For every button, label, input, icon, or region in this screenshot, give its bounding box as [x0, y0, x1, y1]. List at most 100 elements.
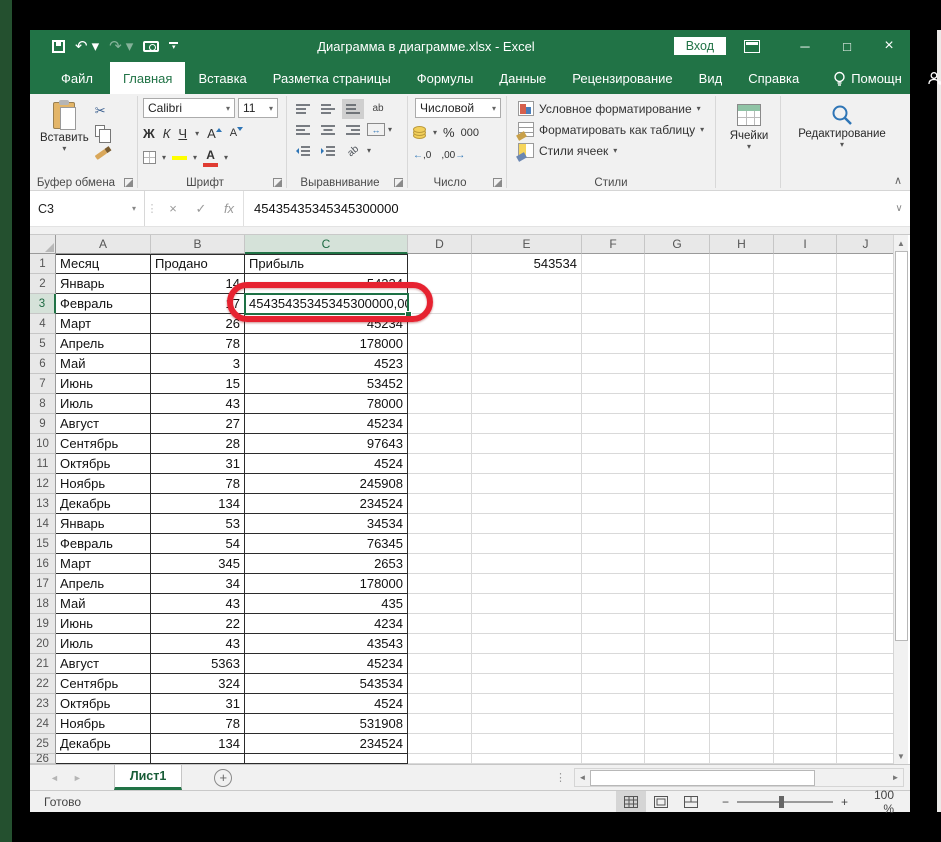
cell-A3[interactable]: Февраль	[56, 294, 151, 314]
cell-I10[interactable]	[774, 434, 837, 454]
cell-D2[interactable]	[408, 274, 472, 294]
undo-dropdown-icon[interactable]: ▾	[92, 39, 100, 54]
cell-J13[interactable]	[837, 494, 895, 514]
cell-D6[interactable]	[408, 354, 472, 374]
cell-B18[interactable]: 43	[151, 594, 245, 614]
row-header[interactable]: 22	[30, 674, 56, 694]
cell-I5[interactable]	[774, 334, 837, 354]
cell-F12[interactable]	[582, 474, 645, 494]
cell-B25[interactable]: 134	[151, 734, 245, 754]
cell-C26[interactable]	[245, 754, 408, 764]
cell-H22[interactable]	[710, 674, 774, 694]
row-header[interactable]: 2	[30, 274, 56, 294]
ribbon-tab[interactable]: Разметка страницы	[260, 62, 404, 94]
cell-F21[interactable]	[582, 654, 645, 674]
cell-H23[interactable]	[710, 694, 774, 714]
scroll-right-icon[interactable]: ►	[888, 773, 903, 782]
borders-button[interactable]	[143, 150, 156, 164]
increase-decimal-button[interactable]: ← ,0	[413, 150, 431, 161]
cell-A9[interactable]: Август	[56, 414, 151, 434]
cell-H6[interactable]	[710, 354, 774, 374]
cell-C3[interactable]: 45435435345345300000,00	[245, 294, 408, 314]
cell-G19[interactable]	[645, 614, 710, 634]
cell-E22[interactable]	[472, 674, 582, 694]
cut-button[interactable]: ✂	[95, 103, 111, 119]
cell-B21[interactable]: 5363	[151, 654, 245, 674]
cell-J2[interactable]	[837, 274, 895, 294]
cell-J16[interactable]	[837, 554, 895, 574]
cell-D20[interactable]	[408, 634, 472, 654]
cell-A15[interactable]: Февраль	[56, 534, 151, 554]
cell-B7[interactable]: 15	[151, 374, 245, 394]
cell-J17[interactable]	[837, 574, 895, 594]
wrap-text-button[interactable]: ab	[367, 99, 389, 119]
cell-D17[interactable]	[408, 574, 472, 594]
cell-I9[interactable]	[774, 414, 837, 434]
cell-I21[interactable]	[774, 654, 837, 674]
cells-button[interactable]: Ячейки ▾	[721, 98, 777, 155]
cell-I15[interactable]	[774, 534, 837, 554]
cell-G6[interactable]	[645, 354, 710, 374]
cell-A16[interactable]: Март	[56, 554, 151, 574]
percent-style-button[interactable]: %	[443, 125, 455, 140]
align-left-button[interactable]	[292, 120, 314, 140]
cell-J21[interactable]	[837, 654, 895, 674]
select-all-corner[interactable]	[30, 235, 56, 254]
column-header-D[interactable]: D	[408, 235, 472, 254]
column-header-E[interactable]: E	[472, 235, 582, 254]
cell-F20[interactable]	[582, 634, 645, 654]
cell-E6[interactable]	[472, 354, 582, 374]
cell-H14[interactable]	[710, 514, 774, 534]
cell-J5[interactable]	[837, 334, 895, 354]
cell-J22[interactable]	[837, 674, 895, 694]
cell-B23[interactable]: 31	[151, 694, 245, 714]
cell-E9[interactable]	[472, 414, 582, 434]
row-header[interactable]: 17	[30, 574, 56, 594]
cell-F1[interactable]	[582, 254, 645, 274]
cell-F5[interactable]	[582, 334, 645, 354]
cell-G20[interactable]	[645, 634, 710, 654]
scroll-down-icon[interactable]: ▼	[897, 748, 905, 764]
cell-C13[interactable]: 234524	[245, 494, 408, 514]
cell-C22[interactable]: 543534	[245, 674, 408, 694]
increase-indent-button[interactable]	[317, 141, 339, 161]
row-header[interactable]: 1	[30, 254, 56, 274]
cell-D24[interactable]	[408, 714, 472, 734]
cell-G4[interactable]	[645, 314, 710, 334]
zoom-out-button[interactable]: −	[722, 795, 729, 809]
cell-A7[interactable]: Июнь	[56, 374, 151, 394]
cell-D23[interactable]	[408, 694, 472, 714]
column-header-F[interactable]: F	[582, 235, 645, 254]
cell-A21[interactable]: Август	[56, 654, 151, 674]
cell-I2[interactable]	[774, 274, 837, 294]
cell-C8[interactable]: 78000	[245, 394, 408, 414]
cell-J20[interactable]	[837, 634, 895, 654]
cell-F15[interactable]	[582, 534, 645, 554]
cell-D10[interactable]	[408, 434, 472, 454]
cell-J1[interactable]	[837, 254, 895, 274]
page-layout-view-button[interactable]	[646, 791, 676, 812]
row-header[interactable]: 7	[30, 374, 56, 394]
row-header[interactable]: 8	[30, 394, 56, 414]
cell-C5[interactable]: 178000	[245, 334, 408, 354]
cell-A25[interactable]: Декабрь	[56, 734, 151, 754]
decrease-indent-button[interactable]	[292, 141, 314, 161]
cell-F14[interactable]	[582, 514, 645, 534]
sheet-tab[interactable]: Лист1	[113, 765, 183, 790]
number-dialog-launcher[interactable]	[493, 178, 502, 187]
cell-G22[interactable]	[645, 674, 710, 694]
row-header[interactable]: 19	[30, 614, 56, 634]
cell-D8[interactable]	[408, 394, 472, 414]
cell-D9[interactable]	[408, 414, 472, 434]
drag-handle-icon[interactable]: ⋮	[145, 191, 159, 226]
cell-J26[interactable]	[837, 754, 895, 764]
customize-qat-button[interactable]: ▾	[169, 42, 179, 51]
cell-C25[interactable]: 234524	[245, 734, 408, 754]
row-header[interactable]: 23	[30, 694, 56, 714]
cell-D16[interactable]	[408, 554, 472, 574]
cell-J6[interactable]	[837, 354, 895, 374]
cell-I4[interactable]	[774, 314, 837, 334]
cell-D21[interactable]	[408, 654, 472, 674]
name-box[interactable]: C3 ▾	[30, 191, 145, 226]
row-header[interactable]: 3	[30, 294, 56, 314]
